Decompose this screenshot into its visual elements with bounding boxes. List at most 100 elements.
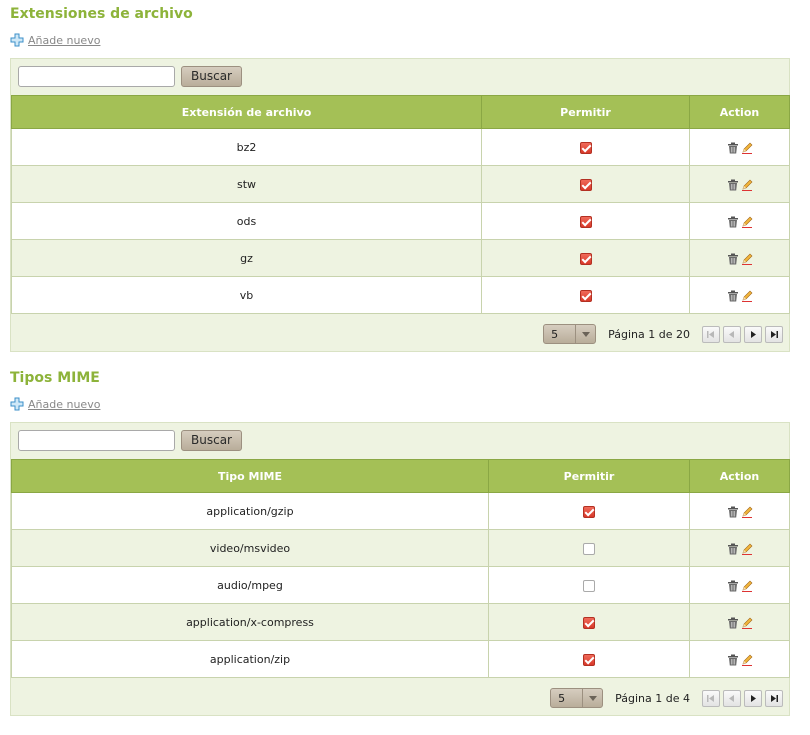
chevron-down-icon (575, 325, 595, 343)
row-name: audio/mpeg (11, 566, 489, 604)
trash-icon[interactable] (727, 179, 739, 191)
page-info: Página 1 de 20 (608, 327, 690, 341)
next-page-icon (751, 330, 756, 338)
column-header[interactable]: Action (689, 95, 790, 129)
trash-icon[interactable] (727, 506, 739, 518)
search-row: Buscar (18, 65, 242, 87)
trash-icon[interactable] (727, 580, 739, 592)
pencil-icon[interactable] (741, 142, 753, 154)
last-page-icon (771, 330, 778, 338)
trash-icon[interactable] (727, 617, 739, 629)
next-page-button[interactable] (744, 325, 762, 343)
add-new-link[interactable]: Añade nuevo (10, 32, 100, 48)
allow-checkbox[interactable] (579, 141, 592, 154)
row-allow-cell (481, 276, 690, 314)
column-header[interactable]: Extensión de archivo (11, 95, 482, 129)
grid-panel: Buscar Extensión de archivo Permitir Actio… (10, 58, 790, 352)
row-allow-cell (481, 165, 690, 203)
pencil-icon[interactable] (741, 506, 753, 518)
section-title: Tipos MIME (10, 370, 100, 386)
allow-checkbox[interactable] (579, 215, 592, 228)
row-name: video/msvideo (11, 529, 489, 567)
last-page-button[interactable] (765, 325, 783, 343)
data-table: Extensión de archivo Permitir Action bz2 st… (11, 95, 790, 314)
table-row: audio/mpeg (11, 566, 790, 604)
next-page-button[interactable] (744, 689, 762, 707)
table-row: application/gzip (11, 492, 790, 530)
trash-icon[interactable] (727, 290, 739, 302)
pager: 5 Página 1 de 4 (550, 688, 783, 708)
pagination-buttons (702, 689, 783, 707)
row-allow-cell (481, 128, 690, 166)
row-name: gz (11, 239, 482, 277)
first-page-button[interactable] (702, 689, 720, 707)
row-actions (689, 640, 790, 678)
allow-checkbox[interactable] (579, 289, 592, 302)
last-page-icon (771, 694, 778, 702)
row-allow-cell (488, 529, 690, 567)
column-header[interactable]: Tipo MIME (11, 459, 489, 493)
pager: 5 Página 1 de 20 (543, 324, 783, 344)
trash-icon[interactable] (727, 253, 739, 265)
row-allow-cell (481, 202, 690, 240)
pencil-icon[interactable] (741, 290, 753, 302)
last-page-button[interactable] (765, 689, 783, 707)
table-row: ods (11, 202, 790, 240)
page-size-select[interactable]: 5 (550, 688, 604, 708)
action-icons (727, 253, 753, 265)
grid-panel: Buscar Tipo MIME Permitir Action applicati… (10, 422, 790, 716)
pencil-icon[interactable] (741, 654, 753, 666)
row-allow-cell (488, 640, 690, 678)
row-actions (689, 276, 790, 314)
page-size-value: 5 (558, 692, 566, 705)
row-allow-cell (481, 239, 690, 277)
allow-checkbox[interactable] (583, 505, 595, 518)
search-button[interactable]: Buscar (181, 65, 242, 87)
pencil-icon[interactable] (741, 543, 753, 555)
action-icons (727, 654, 753, 666)
column-header[interactable]: Action (689, 459, 790, 493)
table-row: application/x-compress (11, 603, 790, 641)
pencil-icon[interactable] (741, 580, 753, 592)
first-page-icon (707, 330, 714, 338)
action-icons (727, 216, 753, 228)
allow-checkbox[interactable] (583, 542, 595, 555)
pencil-icon[interactable] (741, 179, 753, 191)
pencil-icon[interactable] (741, 617, 753, 629)
search-row: Buscar (18, 429, 242, 451)
table-row: bz2 (11, 128, 790, 166)
prev-page-button[interactable] (723, 325, 741, 343)
page-size-select[interactable]: 5 (543, 324, 597, 344)
search-input[interactable] (18, 65, 175, 87)
column-header[interactable]: Permitir (481, 95, 690, 129)
pencil-icon[interactable] (741, 216, 753, 228)
trash-icon[interactable] (727, 543, 739, 555)
plus-icon (10, 397, 24, 411)
allow-checkbox[interactable] (583, 579, 595, 592)
trash-icon[interactable] (727, 654, 739, 666)
table-row: gz (11, 239, 790, 277)
data-table: Tipo MIME Permitir Action application/gzip… (11, 459, 790, 678)
plus-icon (10, 33, 24, 47)
action-icons (727, 179, 753, 191)
trash-icon[interactable] (727, 216, 739, 228)
trash-icon[interactable] (727, 142, 739, 154)
table-row: video/msvideo (11, 529, 790, 567)
row-name: application/gzip (11, 492, 489, 530)
allow-checkbox[interactable] (579, 178, 592, 191)
first-page-button[interactable] (702, 325, 720, 343)
allow-checkbox[interactable] (579, 252, 592, 265)
row-actions (689, 202, 790, 240)
add-new-label: Añade nuevo (28, 397, 101, 411)
search-input[interactable] (18, 429, 175, 451)
column-header[interactable]: Permitir (488, 459, 690, 493)
add-new-link[interactable]: Añade nuevo (10, 396, 100, 412)
row-allow-cell (488, 566, 690, 604)
search-button[interactable]: Buscar (181, 429, 242, 451)
action-icons (727, 543, 753, 555)
allow-checkbox[interactable] (583, 616, 595, 629)
pencil-icon[interactable] (741, 253, 753, 265)
allow-checkbox[interactable] (583, 653, 595, 666)
row-name: bz2 (11, 128, 482, 166)
prev-page-button[interactable] (723, 689, 741, 707)
